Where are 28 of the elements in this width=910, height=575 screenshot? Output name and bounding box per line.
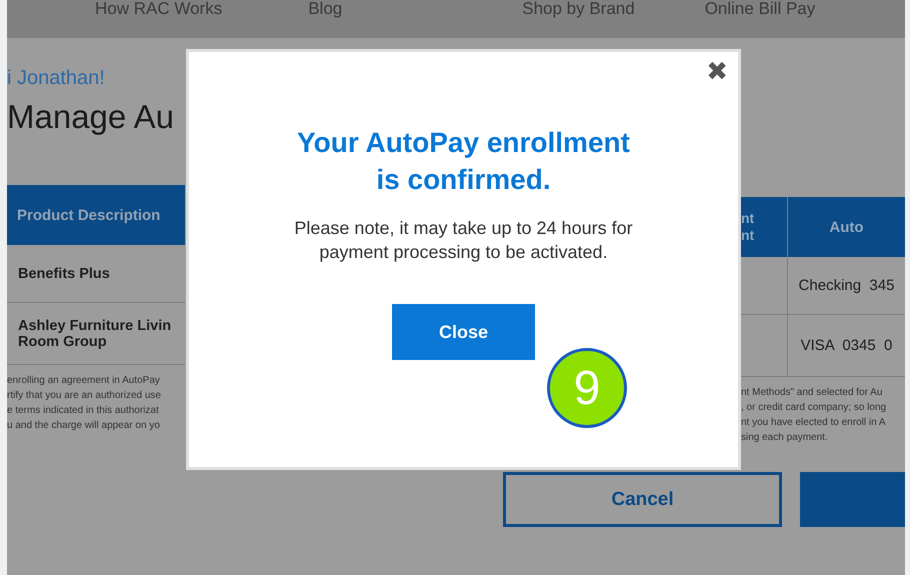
legal-text: e terms indicated in this authorizat [7, 404, 160, 418]
cancel-button[interactable]: Cancel [503, 472, 782, 527]
legal-text: rtify that you are an authorized use [7, 389, 162, 403]
close-button[interactable]: Close [392, 304, 535, 360]
dialog-message: Please note, it may take up to 24 hours for payment processing to be activated. [294, 217, 633, 264]
cell-text: Benefits Plus [18, 266, 111, 282]
cell-text: VISA 0345 0 [800, 337, 892, 354]
legal-text: nt you have elected to enroll in A [741, 416, 887, 430]
legal-text: , or credit card company; so long [741, 401, 888, 415]
column-heading: Product Description [17, 206, 160, 224]
cell-text: Room Group [18, 334, 108, 350]
nav-link[interactable]: Online Bill Pay [704, 0, 816, 17]
legal-text: sing each payment. [741, 431, 829, 445]
legal-text: u and the charge will appear on yo [7, 419, 161, 433]
greeting-text: i Jonathan! [7, 67, 106, 89]
legal-text: enrolling an agreement in AutoPay [7, 374, 161, 388]
cell-text: Ashley Furniture Livin [18, 318, 172, 334]
page-title: Manage Au [7, 98, 175, 137]
nav-link[interactable]: Blog [308, 0, 342, 17]
cell-text: Checking 345 [798, 277, 894, 294]
action-button[interactable] [800, 472, 905, 527]
legal-text: nt Methods" and selected for Au [741, 386, 884, 400]
nav-link[interactable]: How RAC Works [95, 0, 222, 17]
column-heading: nt [741, 210, 754, 227]
column-heading: Auto [829, 218, 864, 236]
nav-link[interactable]: Shop by Brand [522, 0, 635, 17]
column-heading: nt [741, 227, 754, 244]
dialog-title: Your AutoPay enrollment is confirmed. [297, 126, 630, 197]
